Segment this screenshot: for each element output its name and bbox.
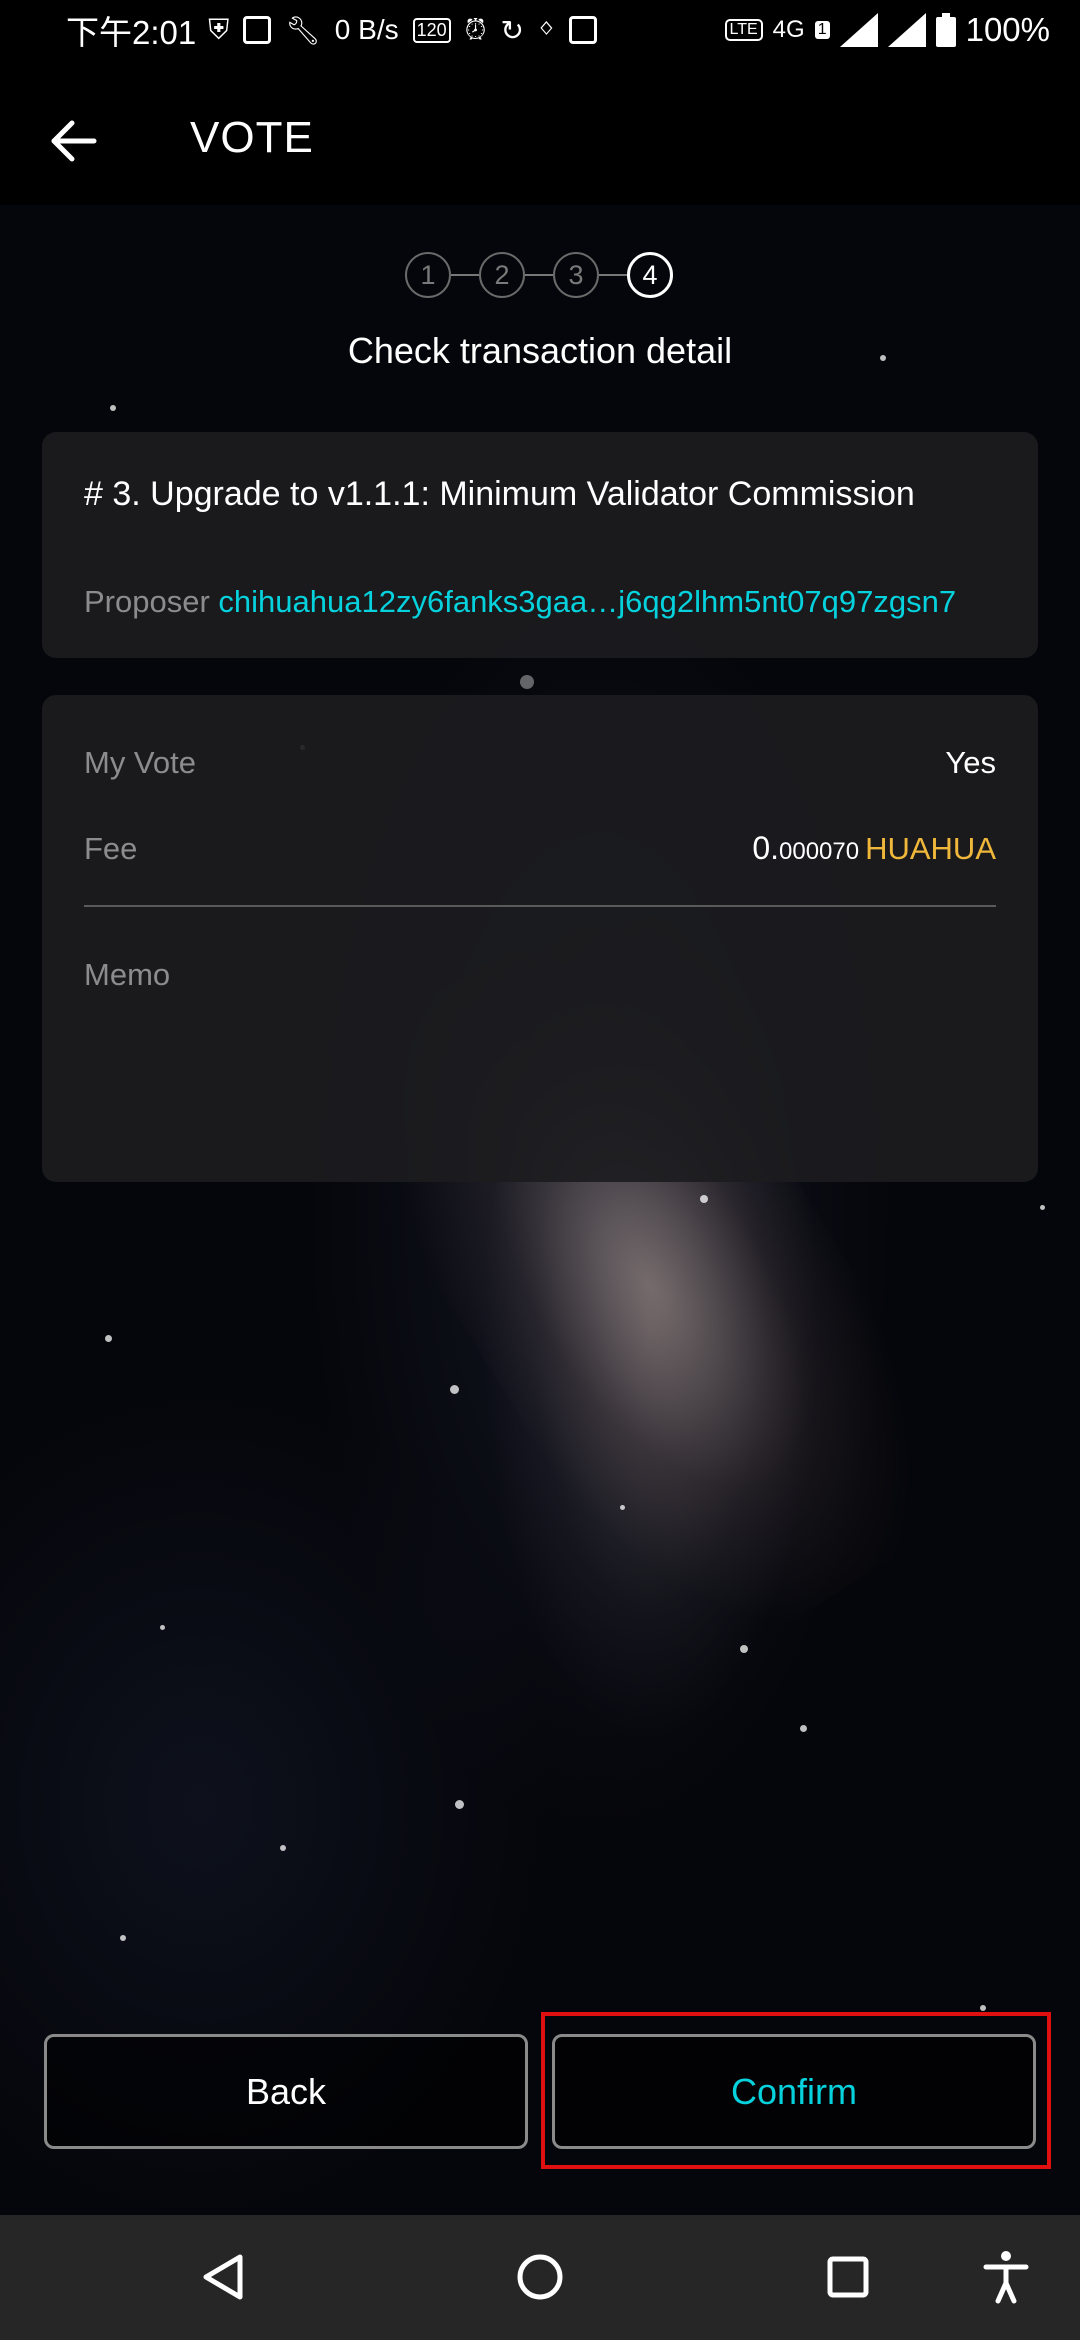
status-icons: ⛨ 🔧︎ 0 B/s 120 ⏰︎ ↻ ᛜ — [208, 14, 597, 47]
my-vote-row: My Vote Yes — [84, 745, 996, 781]
shield-icon: ⛨ — [208, 13, 230, 45]
system-nav-bar — [0, 2215, 1080, 2340]
fee-integer: 0. — [752, 830, 779, 866]
star — [160, 1625, 165, 1630]
divider — [84, 905, 996, 907]
fee-denom: HUAHUA — [865, 831, 996, 866]
my-vote-label: My Vote — [84, 745, 196, 780]
star — [800, 1725, 807, 1732]
step-4-active: 4 — [627, 252, 673, 298]
confirm-highlight-box — [541, 2012, 1051, 2169]
volte-icon: LTE — [724, 19, 763, 41]
step-1: 1 — [405, 252, 451, 298]
step-indicator: 1 2 3 4 — [405, 252, 673, 298]
app-bar: VOTE — [0, 95, 1080, 185]
star — [520, 675, 534, 689]
fee-label: Fee — [84, 831, 138, 866]
star — [700, 1195, 708, 1203]
rotate-icon: ↻ — [500, 14, 524, 46]
star — [1040, 1205, 1045, 1210]
star — [120, 1935, 126, 1941]
nfc-icon — [568, 16, 597, 44]
back-button[interactable]: Back — [44, 2034, 528, 2149]
star — [455, 1800, 464, 1809]
network-type: 4G — [772, 16, 805, 43]
proposal-card: # 3. Upgrade to v1.1.1: Minimum Validato… — [42, 432, 1038, 658]
step-3: 3 — [553, 252, 599, 298]
image-icon — [243, 16, 272, 44]
step-2: 2 — [479, 252, 525, 298]
step-connector — [525, 274, 553, 276]
star — [110, 405, 116, 411]
net-speed: 0 B/s — [334, 14, 399, 45]
step-connector — [599, 274, 627, 276]
nav-home-icon[interactable] — [508, 2245, 572, 2309]
proposer-row: Proposer chihuahua12zy6fanks3gaa…j6qg2lh… — [84, 584, 956, 620]
memo-label: Memo — [84, 957, 171, 992]
fee-decimal: 000070 — [779, 838, 860, 865]
accessibility-icon[interactable] — [974, 2245, 1038, 2309]
sim-badge: 1 — [814, 21, 830, 39]
star — [980, 2005, 986, 2011]
my-vote-value: Yes — [945, 745, 996, 780]
vote-details-card: My Vote Yes Fee 0.000070 HUAHUA Memo — [42, 695, 1038, 1182]
fee-row: Fee 0.000070 HUAHUA — [84, 830, 996, 867]
star — [450, 1385, 459, 1394]
refresh-rate-icon: 120 — [412, 17, 451, 43]
proposal-title: # 3. Upgrade to v1.1.1: Minimum Validato… — [84, 475, 915, 513]
nav-back-icon[interactable] — [194, 2245, 258, 2309]
proposer-address[interactable]: chihuahua12zy6fanks3gaa…j6qg2lhm5nt07q97… — [218, 584, 956, 619]
battery-level: 100% — [965, 11, 1050, 48]
signal-icon — [839, 13, 878, 47]
nav-recents-icon[interactable] — [816, 2245, 880, 2309]
battery-icon — [935, 13, 956, 47]
bluetooth-icon: ᛜ — [537, 14, 555, 45]
fee-value: 0.000070 HUAHUA — [752, 830, 996, 867]
alarm-icon: ⏰︎ — [464, 13, 487, 45]
star — [620, 1505, 625, 1510]
proposer-label: Proposer — [84, 584, 210, 619]
status-bar: 下午2:01 ⛨ 🔧︎ 0 B/s 120 ⏰︎ ↻ ᛜ LTE 4G 1 10… — [0, 0, 1080, 60]
step-subtitle: Check transaction detail — [347, 330, 733, 371]
back-arrow-icon[interactable] — [46, 113, 102, 169]
step-connector — [451, 274, 479, 276]
wrench-icon: 🔧︎ — [285, 14, 321, 46]
status-time: 下午2:01 — [66, 14, 197, 51]
star — [280, 1845, 286, 1851]
star — [105, 1335, 112, 1342]
status-right: LTE 4G 1 100% — [724, 11, 1050, 49]
star — [740, 1645, 748, 1653]
signal-icon-2 — [887, 13, 926, 47]
page-title: VOTE — [190, 113, 314, 162]
